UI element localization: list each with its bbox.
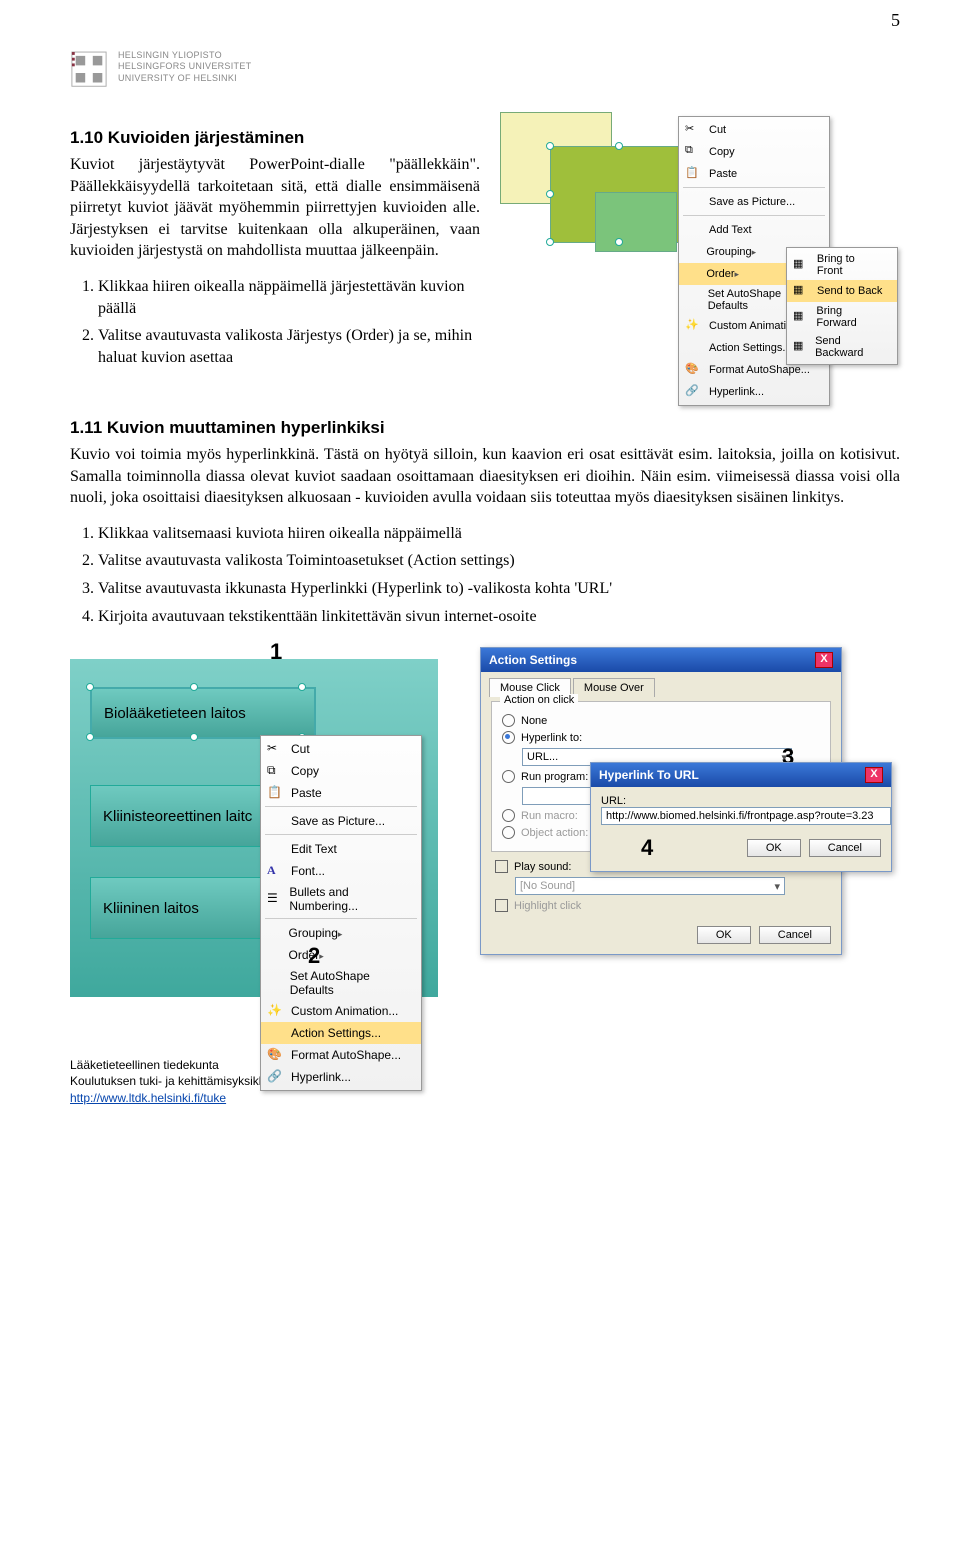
section-111-title: 1.11 Kuvion muuttaminen hyperlinkiksi — [70, 418, 900, 438]
screenshot-action-settings-dialog: Action SettingsX Mouse Click Mouse Over … — [480, 647, 900, 992]
url-label: URL: — [601, 795, 881, 807]
shape-box-1[interactable]: Biolääketieteen laitos — [90, 687, 316, 739]
menu2-format-autoshape[interactable]: 🎨Format AutoShape... — [261, 1044, 421, 1066]
section-110-para: Kuviot järjestäytyvät PowerPoint-dialle … — [70, 154, 480, 262]
close-icon[interactable]: X — [865, 767, 883, 783]
menu-item-cut[interactable]: ✂Cut — [679, 119, 829, 141]
screenshot-action-settings-menu: 1 Biolääketieteen laitos Kliinisteoreett… — [70, 647, 440, 997]
university-logo-icon — [70, 50, 108, 94]
menu2-order[interactable]: Order — [261, 944, 421, 966]
dialog-title: Action Settings — [489, 653, 577, 667]
sec111-step-3: Valitse avautuvasta ikkunasta Hyperlinkk… — [98, 578, 900, 600]
page-number: 5 — [891, 10, 900, 31]
sec110-step-2: Valitse avautuvasta valikosta Järjestys … — [98, 325, 480, 368]
radio-run-macro — [502, 809, 515, 822]
url-dialog-title: Hyperlink To URL — [599, 768, 699, 782]
context-menu-shape-2[interactable]: ✂Cut ⧉Copy 📋Paste Save as Picture... Edi… — [260, 735, 422, 1091]
order-send-backward[interactable]: ▦Send Backward — [787, 332, 897, 362]
url-ok-button[interactable]: OK — [747, 839, 801, 857]
radio-run-program[interactable] — [502, 770, 515, 783]
footer-line-1: Lääketieteellinen tiedekunta — [70, 1057, 900, 1073]
radio-object-action — [502, 826, 515, 839]
order-send-to-back[interactable]: ▦Send to Back — [787, 280, 897, 302]
footer-line-2: Koulutuksen tuki- ja kehittämisyksikkö T… — [70, 1073, 900, 1089]
footer-link[interactable]: http://www.ltdk.helsinki.fi/tuke — [70, 1091, 226, 1105]
checkbox-highlight — [495, 899, 508, 912]
cancel-button[interactable]: Cancel — [759, 926, 831, 944]
menu-item-save-picture[interactable]: Save as Picture... — [679, 191, 829, 213]
menu-item-add-text[interactable]: Add Text — [679, 219, 829, 241]
sec111-step-1: Klikkaa valitsemaasi kuviota hiiren oike… — [98, 523, 900, 545]
university-name-sv: HELSINGFORS UNIVERSITET — [118, 61, 251, 72]
radio-hyperlink-to[interactable] — [502, 731, 515, 744]
hyperlink-url-dialog[interactable]: Hyperlink To URL X URL: 4 OK Cancel — [590, 762, 892, 872]
menu2-bullets[interactable]: ☰Bullets and Numbering... — [261, 882, 421, 916]
menu2-autoshape-defaults[interactable]: Set AutoShape Defaults — [261, 966, 421, 1000]
university-header: HELSINGIN YLIOPISTO HELSINGFORS UNIVERSI… — [70, 50, 900, 94]
order-bring-forward[interactable]: ▦Bring Forward — [787, 302, 897, 332]
url-cancel-button[interactable]: Cancel — [809, 839, 881, 857]
menu-item-hyperlink[interactable]: 🔗Hyperlink... — [679, 381, 829, 403]
menu2-hyperlink[interactable]: 🔗Hyperlink... — [261, 1066, 421, 1088]
shape-green-rectangle — [595, 192, 677, 252]
tab-mouse-over[interactable]: Mouse Over — [573, 678, 655, 697]
menu2-custom-animation[interactable]: ✨Custom Animation... — [261, 1000, 421, 1022]
menu2-edit-text[interactable]: Edit Text — [261, 838, 421, 860]
page-footer: Lääketieteellinen tiedekunta Koulutuksen… — [70, 1057, 900, 1106]
checkbox-play-sound[interactable] — [495, 860, 508, 873]
sec111-step-4: Kirjoita avautuvaan tekstikenttään linki… — [98, 606, 900, 628]
radio-none[interactable] — [502, 714, 515, 727]
callout-4: 4 — [641, 835, 653, 861]
sec111-step-2: Valitse avautuvasta valikosta Toimintoas… — [98, 550, 900, 572]
menu2-grouping[interactable]: Grouping — [261, 922, 421, 944]
university-name-fi: HELSINGIN YLIOPISTO — [118, 50, 251, 61]
menu-item-copy[interactable]: ⧉Copy — [679, 141, 829, 163]
menu2-save-picture[interactable]: Save as Picture... — [261, 810, 421, 832]
menu2-action-settings[interactable]: Action Settings... — [261, 1022, 421, 1044]
group-legend: Action on click — [500, 694, 578, 706]
university-name-en: UNIVERSITY OF HELSINKI — [118, 73, 251, 84]
ok-button[interactable]: OK — [697, 926, 751, 944]
submenu-order[interactable]: ▦Bring to Front ▦Send to Back ▦Bring For… — [786, 247, 898, 365]
menu2-copy[interactable]: ⧉Copy — [261, 760, 421, 782]
sec110-step-1: Klikkaa hiiren oikealla näppäimellä järj… — [98, 276, 480, 319]
section-111-para: Kuvio voi toimia myös hyperlinkkinä. Täs… — [70, 444, 900, 509]
url-input[interactable] — [601, 807, 891, 825]
menu-item-paste[interactable]: 📋Paste — [679, 163, 829, 185]
menu2-paste[interactable]: 📋Paste — [261, 782, 421, 804]
callout-2: 2 — [308, 943, 320, 969]
section-110-title: 1.10 Kuvioiden järjestäminen — [70, 128, 480, 148]
menu2-cut[interactable]: ✂Cut — [261, 738, 421, 760]
close-icon[interactable]: X — [815, 652, 833, 668]
play-sound-select: [No Sound] — [515, 877, 785, 895]
menu2-font[interactable]: AFont... — [261, 860, 421, 882]
screenshot-order-menu: ✂Cut ⧉Copy 📋Paste Save as Picture... Add… — [500, 112, 900, 402]
order-bring-to-front[interactable]: ▦Bring to Front — [787, 250, 897, 280]
